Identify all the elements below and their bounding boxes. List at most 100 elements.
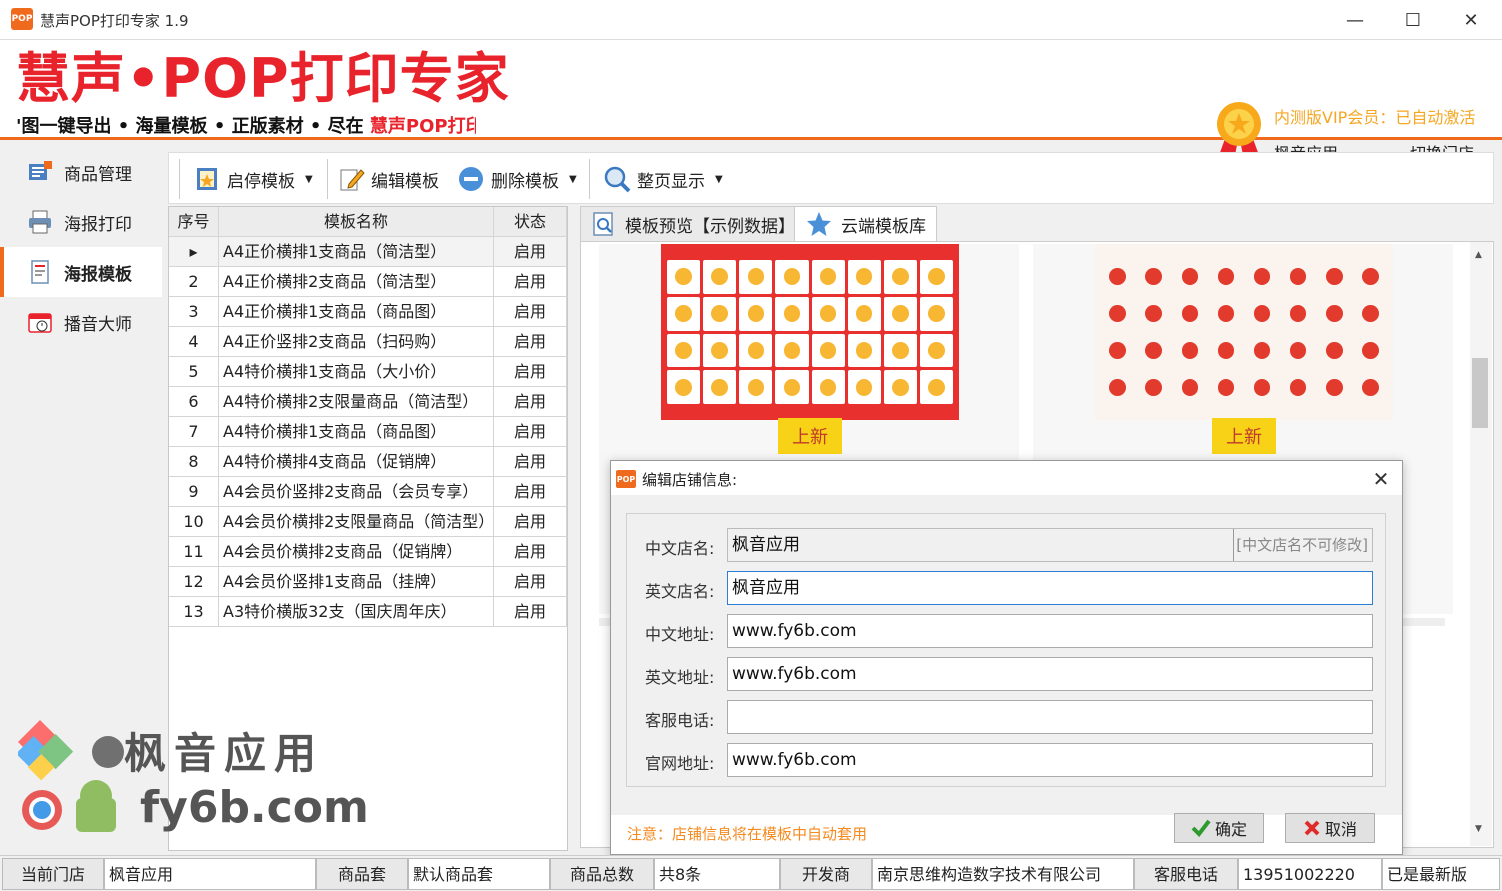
cn-address-field[interactable]: www.fy6b.com bbox=[727, 614, 1373, 648]
chevron-down-icon[interactable]: ▼ bbox=[715, 174, 723, 185]
toggle-template-button[interactable]: 启停模板 ▼ bbox=[195, 163, 313, 195]
product-tile bbox=[1173, 370, 1206, 404]
template-thumbnail[interactable] bbox=[661, 244, 959, 420]
minimize-button[interactable]: — bbox=[1326, 0, 1384, 40]
table-row[interactable]: 10 A4会员价横排2支限量商品（简洁型） 启用 bbox=[169, 507, 567, 537]
slogan: '图一键导出 • 海量模板 • 正版素材 • 尽在 慧声POP打印 bbox=[16, 112, 476, 138]
tab-template-preview[interactable]: 模板预览【示例数据】 bbox=[580, 206, 806, 242]
table-row[interactable]: 6 A4特价横排2支限量商品（简洁型） 启用 bbox=[169, 387, 567, 417]
row-template-name: A4会员价横排2支商品（促销牌） bbox=[219, 537, 494, 567]
store-form: 中文店名: 枫音应用 [中文店名不可修改] 英文店名: 枫音应用 中文地址: ww… bbox=[626, 513, 1386, 787]
row-index: 10 bbox=[169, 507, 219, 537]
chevron-down-icon[interactable]: ▼ bbox=[305, 174, 313, 185]
sidebar-item-label: 海报模板 bbox=[64, 264, 132, 285]
row-status: 启用 bbox=[494, 297, 567, 327]
phone-field[interactable] bbox=[727, 700, 1373, 734]
sidebar-item-templates[interactable]: 海报模板 bbox=[0, 247, 162, 297]
column-header-index[interactable]: 序号 bbox=[169, 207, 219, 237]
edit-template-button[interactable]: 编辑模板 bbox=[339, 163, 439, 195]
product-tile bbox=[1282, 334, 1315, 368]
product-tile bbox=[811, 333, 845, 368]
product-tile bbox=[1137, 260, 1170, 294]
website-label: 官网地址: bbox=[645, 754, 715, 773]
vip-status: 内测版VIP会员：已自动激活 bbox=[1274, 108, 1476, 127]
delete-template-button[interactable]: 删除模板 ▼ bbox=[457, 163, 577, 195]
cn-address-row: 中文地址: www.fy6b.com bbox=[627, 614, 1387, 648]
thumbnail-grid bbox=[1101, 260, 1387, 404]
dialog-close-icon[interactable]: ✕ bbox=[1363, 465, 1399, 493]
table-row[interactable]: 4 A4正价竖排2支商品（扫码购） 启用 bbox=[169, 327, 567, 357]
row-template-name: A4正价竖排2支商品（扫码购） bbox=[219, 327, 494, 357]
dialog-title-bar[interactable]: POP 编辑店铺信息: ✕ bbox=[611, 461, 1402, 495]
row-template-name: A4正价横排2支商品（简洁型） bbox=[219, 267, 494, 297]
row-status: 启用 bbox=[494, 327, 567, 357]
table-row[interactable]: 3 A4正价横排1支商品（商品图） 启用 bbox=[169, 297, 567, 327]
product-tile bbox=[811, 370, 845, 404]
slogan-highlight: 慧声POP打印 bbox=[369, 116, 476, 137]
table-row[interactable]: 2 A4正价横排2支商品（简洁型） 启用 bbox=[169, 267, 567, 297]
gallery-scrollbar[interactable]: ▲ ▼ bbox=[1470, 242, 1492, 846]
column-header-status[interactable]: 状态 bbox=[494, 207, 567, 237]
en-name-field[interactable]: 枫音应用 bbox=[727, 571, 1373, 605]
en-address-field[interactable]: www.fy6b.com bbox=[727, 657, 1373, 691]
row-index: 5 bbox=[169, 357, 219, 387]
column-header-name[interactable]: 模板名称 bbox=[219, 207, 494, 237]
product-tile bbox=[811, 260, 845, 294]
product-tile bbox=[847, 260, 881, 294]
template-icon bbox=[31, 260, 49, 284]
table-row[interactable]: 9 A4会员价竖排2支商品（会员专享） 启用 bbox=[169, 477, 567, 507]
table-row[interactable]: ▸ A4正价横排1支商品（简洁型） 启用 bbox=[169, 237, 567, 267]
chevron-down-icon[interactable]: ▼ bbox=[569, 174, 577, 185]
cn-name-field: 枫音应用 [中文店名不可修改] bbox=[727, 528, 1373, 562]
sidebar-item-broadcast[interactable]: 播音大师 bbox=[0, 297, 162, 347]
product-tile bbox=[1137, 297, 1170, 331]
star-icon bbox=[807, 212, 831, 236]
status-total-value: 共8条 bbox=[654, 858, 780, 890]
sidebar-item-print[interactable]: 海报打印 bbox=[0, 197, 162, 247]
tab-cloud-library[interactable]: 云端模板库 bbox=[794, 206, 937, 242]
template-thumbnail[interactable] bbox=[1095, 244, 1393, 420]
status-bar: 当前门店 枫音应用 商品套 默认商品套 商品总数 共8条 开发商 南京思维构造数… bbox=[0, 855, 1502, 891]
status-store-label: 当前门店 bbox=[2, 858, 104, 890]
product-tile bbox=[919, 296, 953, 331]
table-row[interactable]: 7 A4特价横排1支商品（商品图） 启用 bbox=[169, 417, 567, 447]
table-row[interactable]: 11 A4会员价横排2支商品（促销牌） 启用 bbox=[169, 537, 567, 567]
en-address-label: 英文地址: bbox=[645, 668, 715, 687]
row-status: 启用 bbox=[494, 597, 567, 627]
row-index: 2 bbox=[169, 267, 219, 297]
website-row: 官网地址: www.fy6b.com bbox=[627, 743, 1387, 777]
row-status: 启用 bbox=[494, 507, 567, 537]
new-badge: 上新 bbox=[778, 418, 842, 454]
watermark-brand: 枫音应用 bbox=[124, 729, 325, 778]
table-row[interactable]: 8 A4特价横排4支商品（促销牌） 启用 bbox=[169, 447, 567, 477]
cn-name-label: 中文店名: bbox=[645, 539, 715, 558]
sidebar-item-goods[interactable]: 商品管理 bbox=[0, 147, 162, 197]
row-template-name: A4特价横排1支商品（大小价） bbox=[219, 357, 494, 387]
product-tile bbox=[1318, 370, 1351, 404]
goods-icon bbox=[29, 161, 52, 180]
product-tile bbox=[1318, 334, 1351, 368]
scrollbar-thumb[interactable] bbox=[1472, 358, 1488, 428]
row-template-name: A4特价横排4支商品（促销牌） bbox=[219, 447, 494, 477]
product-tile bbox=[1209, 260, 1242, 294]
ok-button[interactable]: 确定 bbox=[1174, 813, 1264, 843]
sidebar-item-label: 播音大师 bbox=[64, 314, 132, 335]
zoom-fit-button[interactable]: 整页显示 ▼ bbox=[603, 163, 723, 195]
scroll-down-icon[interactable]: ▼ bbox=[1475, 824, 1482, 834]
toggle-template-icon bbox=[197, 168, 217, 190]
row-status: 启用 bbox=[494, 417, 567, 447]
website-field[interactable]: www.fy6b.com bbox=[727, 743, 1373, 777]
row-template-name: A4会员价竖排1支商品（挂牌） bbox=[219, 567, 494, 597]
row-status: 启用 bbox=[494, 567, 567, 597]
table-row[interactable]: 13 A3特价横版32支（国庆周年庆） 启用 bbox=[169, 597, 567, 627]
row-index: ▸ bbox=[169, 237, 219, 267]
scroll-up-icon[interactable]: ▲ bbox=[1475, 250, 1482, 260]
table-row[interactable]: 12 A4会员价竖排1支商品（挂牌） 启用 bbox=[169, 567, 567, 597]
table-row[interactable]: 5 A4特价横排1支商品（大小价） 启用 bbox=[169, 357, 567, 387]
delete-template-label: 删除模板 bbox=[491, 171, 559, 192]
maximize-button[interactable]: ☐ bbox=[1384, 0, 1442, 40]
close-button[interactable]: ✕ bbox=[1442, 0, 1500, 40]
watermark-url: fy6b.com bbox=[140, 782, 369, 833]
header-banner: 慧声•POP打印专家 '图一键导出 • 海量模板 • 正版素材 • 尽在 慧声P… bbox=[0, 40, 1502, 163]
cancel-button[interactable]: 取消 bbox=[1285, 813, 1375, 843]
